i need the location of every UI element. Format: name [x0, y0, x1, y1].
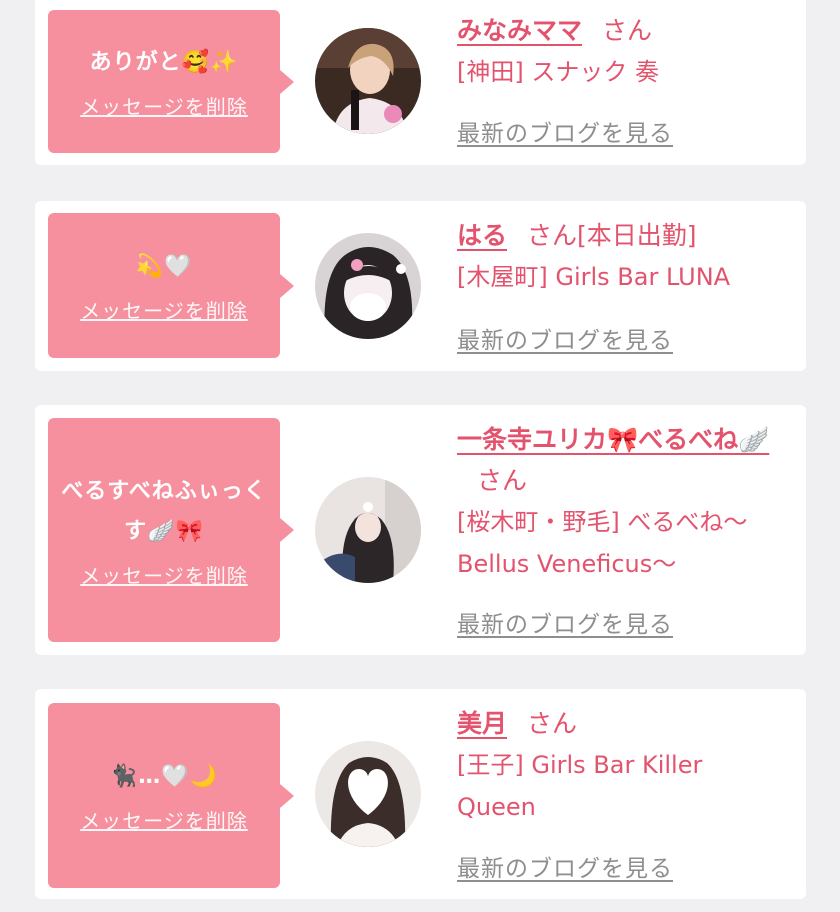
delete-message-link[interactable]: メッセージを削除: [80, 295, 248, 324]
shop-name: [神田] スナック 奏: [457, 58, 659, 86]
latest-blog-link[interactable]: 最新のブログを見る: [457, 605, 673, 639]
cast-avatar[interactable]: [315, 741, 421, 847]
cast-info: はる さん[本日出勤] [木屋町] Girls Bar LUNA: [457, 215, 787, 298]
cast-name-link[interactable]: 美月: [457, 709, 507, 738]
latest-blog-link[interactable]: 最新のブログを見る: [457, 321, 673, 355]
delete-message-link[interactable]: メッセージを削除: [80, 560, 248, 589]
cast-name-link[interactable]: はる: [457, 221, 507, 250]
message-text: 💫🤍: [135, 254, 193, 279]
honorific: さん: [527, 709, 578, 738]
cast-avatar[interactable]: [315, 477, 421, 583]
message-text: べるすべねふぃっくす🪽🎀: [61, 478, 267, 544]
cast-name-link[interactable]: 一条寺ユリカ🎀べるべね🪽: [457, 425, 769, 454]
cast-photo-icon: [315, 477, 421, 583]
message-card: 💫🤍 メッセージを削除 はる さん[本日出勤] [木屋町] Girls Bar L…: [35, 201, 806, 371]
delete-message-link[interactable]: メッセージを削除: [80, 805, 248, 834]
latest-blog-link[interactable]: 最新のブログを見る: [457, 849, 673, 883]
honorific: さん: [477, 466, 528, 495]
message-text: 🐈‍⬛…🤍🌙: [109, 764, 219, 789]
message-card: 🐈‍⬛…🤍🌙 メッセージを削除 美月 さん [王子] Girls Bar Kill…: [35, 689, 806, 899]
message-bubble: 🐈‍⬛…🤍🌙 メッセージを削除: [48, 703, 294, 888]
shop-name: [桜木町・野毛] べるべね〜Bellus Veneficus〜: [457, 508, 748, 578]
message-card: べるすべねふぃっくす🪽🎀 メッセージを削除 一条寺ユリカ🎀べるべね🪽 さん [桜木…: [35, 405, 806, 655]
cast-photo-icon: [315, 741, 421, 847]
message-bubble: 💫🤍 メッセージを削除: [48, 213, 294, 358]
cast-avatar[interactable]: [315, 233, 421, 339]
cast-name-link[interactable]: みなみママ: [457, 16, 582, 45]
honorific: さん: [527, 221, 578, 250]
message-text: ありがと🥰✨: [89, 50, 239, 75]
cast-photo-icon: [315, 28, 421, 134]
shop-name: [王子] Girls Bar Killer Queen: [457, 751, 703, 821]
work-status: [本日出勤]: [577, 221, 697, 250]
honorific: さん: [602, 16, 653, 45]
message-card: ありがと🥰✨ メッセージを削除 みなみママ さん [神田] スナック 奏 最新のブ…: [35, 0, 806, 165]
shop-name: [木屋町] Girls Bar LUNA: [457, 263, 731, 291]
cast-info: みなみママ さん [神田] スナック 奏: [457, 10, 787, 93]
cast-info: 一条寺ユリカ🎀べるべね🪽 さん [桜木町・野毛] べるべね〜Bellus Vene…: [457, 419, 787, 585]
cast-photo-icon: [315, 233, 421, 339]
delete-message-link[interactable]: メッセージを削除: [80, 91, 248, 120]
message-bubble: べるすべねふぃっくす🪽🎀 メッセージを削除: [48, 418, 294, 642]
message-bubble: ありがと🥰✨ メッセージを削除: [48, 10, 294, 153]
cast-avatar[interactable]: [315, 28, 421, 134]
cast-info: 美月 さん [王子] Girls Bar Killer Queen: [457, 703, 787, 828]
latest-blog-link[interactable]: 最新のブログを見る: [457, 114, 673, 148]
